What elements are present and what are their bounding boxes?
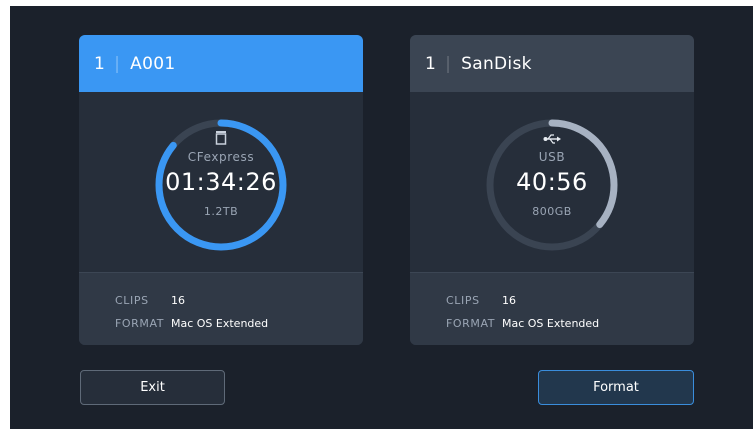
format-row: FORMAT Mac OS Extended: [115, 312, 363, 335]
clips-value: 16: [171, 294, 185, 307]
format-button[interactable]: Format: [538, 370, 694, 405]
card-body: CFexpress 01:34:26 1.2TB: [79, 92, 363, 272]
card-details: CLIPS 16 FORMAT Mac OS Extended: [79, 272, 363, 345]
media-type: CFexpress: [187, 150, 255, 164]
media-type: USB: [538, 150, 566, 164]
media-card-usb[interactable]: 1 | SanDisk USB 40:56 800GB CLIPS 16 FOR…: [410, 35, 694, 345]
exit-button[interactable]: Exit: [80, 370, 225, 405]
format-value: Mac OS Extended: [171, 317, 269, 330]
storage-manager-screen: 1 | A001 CFexpress 01:34:26 1.2TB CLIPS …: [10, 6, 753, 429]
format-row: FORMAT Mac OS Extended: [446, 312, 694, 335]
clips-label: CLIPS: [115, 294, 149, 307]
clips-row: CLIPS 16: [446, 289, 694, 312]
usb-icon: [543, 130, 561, 149]
slot-number: 1: [425, 53, 437, 74]
format-label: FORMAT: [446, 317, 496, 330]
clips-value: 16: [502, 294, 516, 307]
card-header: 1 | A001: [79, 35, 363, 92]
card-name: SanDisk: [461, 53, 532, 74]
header-separator: |: [114, 53, 121, 74]
capacity: 1.2TB: [203, 205, 239, 218]
remaining-time: 40:56: [516, 168, 588, 196]
card-body: USB 40:56 800GB: [410, 92, 694, 272]
slot-number: 1: [94, 53, 106, 74]
format-label: FORMAT: [115, 317, 165, 330]
card-header: 1 | SanDisk: [410, 35, 694, 92]
card-name: A001: [130, 53, 176, 74]
capacity: 800GB: [532, 205, 572, 218]
media-card-cfexpress[interactable]: 1 | A001 CFexpress 01:34:26 1.2TB CLIPS …: [79, 35, 363, 345]
card-details: CLIPS 16 FORMAT Mac OS Extended: [410, 272, 694, 345]
clips-row: CLIPS 16: [115, 289, 363, 312]
cfexpress-card-icon: [215, 130, 227, 149]
format-value: Mac OS Extended: [502, 317, 600, 330]
clips-label: CLIPS: [446, 294, 480, 307]
remaining-time: 01:34:26: [165, 168, 277, 196]
header-separator: |: [445, 53, 452, 74]
